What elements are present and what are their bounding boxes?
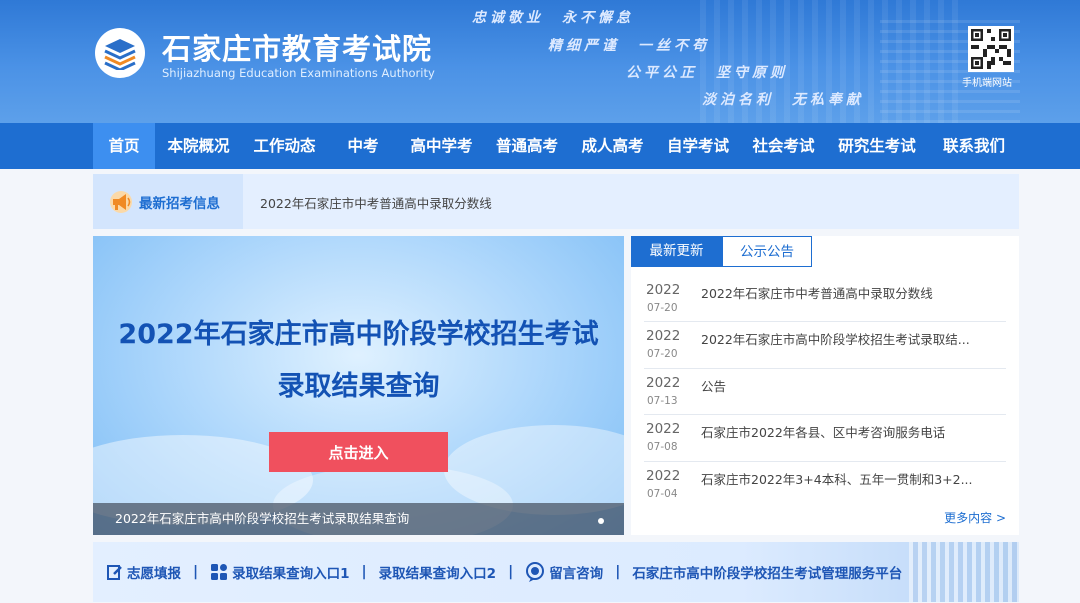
- nav-item-social-exam[interactable]: 社会考试: [741, 123, 826, 169]
- hero-banner[interactable]: 2022年石家庄市高中阶段学校招生考试 录取结果查询 点击进入 2022年石家庄…: [93, 236, 624, 535]
- separator: |: [193, 564, 199, 580]
- separator: |: [508, 564, 514, 580]
- qr-code[interactable]: [968, 26, 1014, 72]
- motto-line: 公平公正 坚守原则: [626, 65, 788, 81]
- logo-book-icon: [104, 39, 136, 70]
- grid-icon: [210, 563, 228, 581]
- news-item[interactable]: 2022 07-13 公告: [644, 369, 1006, 416]
- site-logo[interactable]: [95, 28, 145, 78]
- edit-icon: [107, 564, 123, 580]
- nav-item-graduate-exam[interactable]: 研究生考试: [826, 123, 928, 169]
- news-year: 2022: [646, 374, 681, 391]
- news-date: 07-20: [647, 348, 678, 361]
- site-subtitle: Shijiazhuang Education Examinations Auth…: [162, 66, 435, 80]
- carousel-dot[interactable]: [598, 518, 604, 524]
- news-ticker: 最新招考信息 2022年石家庄市中考普通高中录取分数线: [93, 174, 1019, 229]
- news-item[interactable]: 2022 07-08 石家庄市2022年各县、区中考咨询服务电话: [644, 415, 1006, 462]
- nav-item-contact[interactable]: 联系我们: [928, 123, 1020, 169]
- news-title[interactable]: 2022年石家庄市高中阶段学校招生考试录取结...: [701, 329, 1001, 348]
- news-title[interactable]: 石家庄市2022年各县、区中考咨询服务电话: [701, 422, 1001, 441]
- quick-link-label: 录取结果查询入口2: [378, 566, 497, 582]
- news-year: 2022: [646, 467, 681, 484]
- quick-link-label: 留言咨询: [549, 566, 604, 582]
- more-link[interactable]: 更多内容 >: [944, 509, 1006, 526]
- ticker-link[interactable]: 2022年石家庄市中考普通高中录取分数线: [260, 193, 492, 212]
- news-year: 2022: [646, 282, 681, 298]
- news-title[interactable]: 公告: [701, 376, 1001, 395]
- ticker-label: 最新招考信息: [139, 195, 220, 212]
- quick-link-label: 志愿填报: [127, 566, 181, 582]
- news-panel: 最新更新 公示公告 2022 07-20 2022年石家庄市中考普通高中录取分数…: [631, 236, 1019, 535]
- banner-title-line2: 录取结果查询: [277, 371, 440, 402]
- mobile-site-label: 手机端网站: [962, 78, 1012, 89]
- quick-link-volunteer[interactable]: 志愿填报: [107, 562, 181, 582]
- tab-announcements[interactable]: 公示公告: [722, 236, 812, 267]
- bottom-building-image: [909, 542, 1019, 602]
- news-tabs: 最新更新 公示公告: [631, 236, 812, 267]
- nav-item-zhongkao[interactable]: 中考: [327, 123, 399, 169]
- news-list: 2022 07-20 2022年石家庄市中考普通高中录取分数线 2022 07-…: [644, 276, 1006, 508]
- news-title[interactable]: 石家庄市2022年3+4本科、五年一贯制和3+2...: [701, 469, 1001, 488]
- nav-item-gaokao[interactable]: 普通高考: [484, 123, 570, 169]
- ticker-header: 最新招考信息: [93, 174, 243, 229]
- nav-item-home[interactable]: 首页: [93, 123, 155, 169]
- news-year: 2022: [646, 328, 681, 345]
- news-item[interactable]: 2022 07-20 2022年石家庄市中考普通高中录取分数线: [644, 276, 1006, 323]
- news-date: 07-13: [647, 394, 678, 407]
- quick-link-label: 录取结果查询入口1: [232, 566, 350, 582]
- news-date: 07-20: [647, 302, 678, 314]
- news-year: 2022: [646, 421, 681, 438]
- nav-item-xuekao[interactable]: 高中学考: [399, 123, 484, 169]
- separator: |: [615, 564, 621, 580]
- quick-links-bar: 志愿填报 | 录取结果查询入口1 | 录取结果查询入口2 | 留言咨询 | 石家…: [93, 542, 1019, 602]
- tab-latest-updates[interactable]: 最新更新: [631, 236, 722, 267]
- quick-link-service-platform[interactable]: 石家庄市高中阶段学校招生考试管理服务平台: [632, 562, 902, 582]
- main-nav: 首页 本院概况 工作动态 中考 高中学考 普通高考 成人高考 自学考试 社会考试…: [0, 123, 1080, 169]
- banner-enter-button[interactable]: 点击进入: [269, 432, 448, 472]
- news-item[interactable]: 2022 07-04 石家庄市2022年3+4本科、五年一贯制和3+2...: [644, 462, 1006, 508]
- megaphone-icon: [110, 190, 132, 213]
- site-title[interactable]: 石家庄市教育考试院: [162, 26, 432, 68]
- quick-link-consult[interactable]: 留言咨询: [525, 562, 603, 582]
- quick-link-result-entry-1[interactable]: 录取结果查询入口1: [210, 562, 350, 582]
- site-header: 石家庄市教育考试院 Shijiazhuang Education Examina…: [0, 0, 1080, 123]
- nav-item-news[interactable]: 工作动态: [242, 123, 327, 169]
- news-date: 07-08: [647, 441, 678, 454]
- quick-link-result-entry-2[interactable]: 录取结果查询入口2: [379, 562, 496, 582]
- quick-link-label: 石家庄市高中阶段学校招生考试管理服务平台: [632, 566, 903, 582]
- separator: |: [361, 564, 367, 580]
- banner-caption[interactable]: 2022年石家庄市高中阶段学校招生考试录取结果查询: [93, 503, 624, 535]
- nav-item-self-study[interactable]: 自学考试: [655, 123, 741, 169]
- motto-line: 忠诚敬业 永不懈怠: [472, 10, 634, 26]
- banner-title-line1: 2022年石家庄市高中阶段学校招生考试: [118, 319, 599, 350]
- news-item[interactable]: 2022 07-20 2022年石家庄市高中阶段学校招生考试录取结...: [644, 322, 1006, 369]
- qr-code-icon: [971, 29, 1011, 69]
- nav-item-adult-exam[interactable]: 成人高考: [570, 123, 655, 169]
- motto-line: 精细严谨 一丝不苟: [548, 38, 710, 54]
- nav-item-about[interactable]: 本院概况: [155, 123, 242, 169]
- chat-icon: [525, 562, 545, 582]
- motto-line: 淡泊名利 无私奉献: [702, 92, 864, 108]
- news-date: 07-04: [647, 487, 678, 500]
- news-title[interactable]: 2022年石家庄市中考普通高中录取分数线: [701, 283, 1001, 302]
